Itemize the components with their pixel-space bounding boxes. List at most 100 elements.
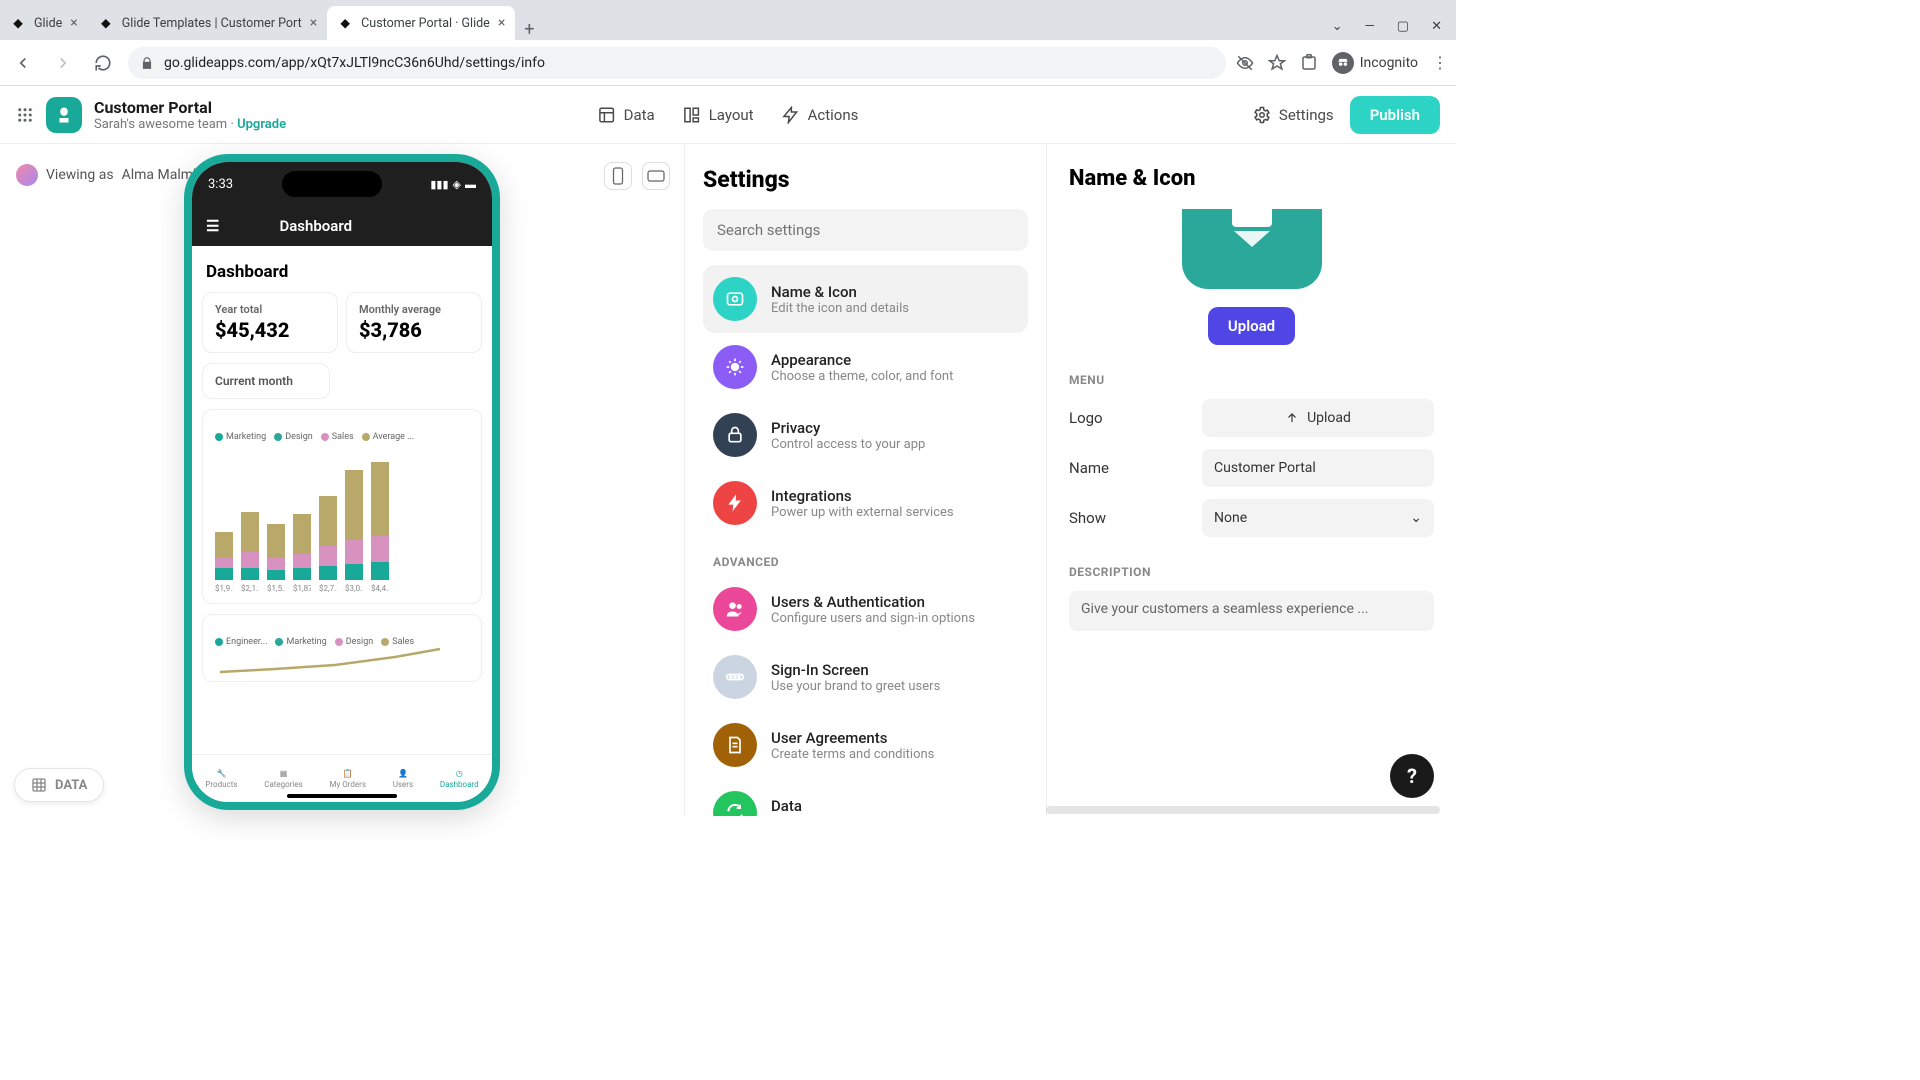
glide-favicon-icon: ◆ bbox=[337, 15, 353, 31]
window-controls: ⌄ — ▢ ✕ bbox=[1318, 19, 1456, 40]
browser-tab[interactable]: ◆ Glide × bbox=[0, 6, 88, 40]
battery-icon: ▬ bbox=[465, 178, 476, 191]
nav-data[interactable]: Data bbox=[598, 106, 655, 124]
legend-item: Marketing bbox=[275, 637, 326, 647]
settings-item-appearance[interactable]: AppearanceChoose a theme, color, and fon… bbox=[703, 333, 1028, 401]
settings-link[interactable]: Settings bbox=[1253, 106, 1334, 124]
app-header: Customer Portal Sarah's awesome team · U… bbox=[0, 86, 1456, 144]
back-button[interactable] bbox=[8, 48, 38, 78]
device-phone-icon[interactable] bbox=[604, 162, 632, 190]
app-icon[interactable] bbox=[46, 97, 82, 133]
nav-layout[interactable]: Layout bbox=[683, 106, 754, 124]
extensions-icon[interactable] bbox=[1300, 54, 1318, 72]
browser-tab-active[interactable]: ◆ Customer Portal · Glide × bbox=[327, 6, 515, 40]
logo-label: Logo bbox=[1069, 409, 1103, 427]
device-desktop-icon[interactable] bbox=[642, 162, 670, 190]
legend-item: Design bbox=[274, 432, 313, 442]
home-indicator bbox=[287, 794, 397, 798]
settings-item-name-icon[interactable]: Name & IconEdit the icon and details bbox=[703, 265, 1028, 333]
tab-icon: ◷ bbox=[456, 769, 463, 778]
settings-item-data[interactable]: DataManage data source and refresh bbox=[703, 779, 1028, 816]
forward-button[interactable] bbox=[48, 48, 78, 78]
browser-tab-strip: ◆ Glide × ◆ Glide Templates | Customer P… bbox=[0, 0, 1456, 40]
settings-item-icon bbox=[713, 481, 757, 525]
tab-title: Customer Portal · Glide bbox=[361, 16, 490, 31]
settings-item-integrations[interactable]: IntegrationsPower up with external servi… bbox=[703, 469, 1028, 537]
minimize-icon[interactable]: — bbox=[1365, 19, 1375, 34]
settings-item-icon bbox=[713, 277, 757, 321]
url-field[interactable]: go.glideapps.com/app/xQt7xJLTl9ncC36n6Uh… bbox=[128, 47, 1226, 79]
tab-search-icon[interactable]: ⌄ bbox=[1332, 19, 1343, 34]
data-pill[interactable]: DATA bbox=[14, 768, 104, 802]
status-bar: 3:33 ▮▮▮ ◈ ▬ bbox=[192, 162, 492, 206]
apps-grid-icon[interactable] bbox=[16, 106, 34, 124]
app-name: Customer Portal bbox=[94, 98, 286, 117]
settings-item-user-agreements[interactable]: User AgreementsCreate terms and conditio… bbox=[703, 711, 1028, 779]
panel-title: Name & Icon bbox=[1069, 166, 1434, 191]
phone-preview: 3:33 ▮▮▮ ◈ ▬ ☰ Dashboard Dashboard Year to… bbox=[184, 154, 500, 810]
clock: 3:33 bbox=[208, 177, 233, 192]
screen-app-bar: ☰ Dashboard bbox=[192, 206, 492, 246]
kebab-menu-icon[interactable]: ⋮ bbox=[1432, 53, 1448, 72]
bar bbox=[267, 524, 285, 580]
tab-users[interactable]: 👤Users bbox=[393, 769, 413, 789]
close-window-icon[interactable]: ✕ bbox=[1431, 19, 1442, 34]
settings-item-users-authentication[interactable]: Users & AuthenticationConfigure users an… bbox=[703, 575, 1028, 643]
new-tab-button[interactable]: + bbox=[515, 19, 543, 40]
chart-2: Engineer...MarketingDesignSales bbox=[202, 614, 482, 682]
tab-icon: ▦ bbox=[280, 769, 288, 778]
settings-item-sign-in-screen[interactable]: Sign-In ScreenUse your brand to greet us… bbox=[703, 643, 1028, 711]
name-label: Name bbox=[1069, 459, 1109, 477]
x-label: $3,0... bbox=[345, 584, 363, 593]
reload-button[interactable] bbox=[88, 48, 118, 78]
stat-card: Year total $45,432 bbox=[202, 292, 338, 353]
show-label: Show bbox=[1069, 509, 1106, 527]
search-input[interactable] bbox=[703, 209, 1028, 251]
tab-my orders[interactable]: 📋My Orders bbox=[329, 769, 366, 789]
screen-title: Dashboard bbox=[279, 217, 352, 235]
incognito-badge[interactable]: Incognito bbox=[1332, 52, 1418, 74]
close-icon[interactable]: × bbox=[70, 15, 77, 31]
name-input[interactable] bbox=[1202, 449, 1434, 487]
upload-icon-button[interactable]: Upload bbox=[1208, 307, 1295, 345]
tab-icon: 🔧 bbox=[216, 769, 226, 778]
viewing-as[interactable]: Viewing as Alma Malmb bbox=[16, 164, 201, 186]
chart: MarketingDesignSalesAverage ... $1,9...$… bbox=[202, 409, 482, 604]
help-button[interactable]: ? bbox=[1390, 754, 1434, 798]
description-input[interactable]: Give your customers a seamless experienc… bbox=[1069, 591, 1434, 631]
legend-item: Sales bbox=[381, 637, 414, 647]
eye-off-icon[interactable] bbox=[1236, 54, 1254, 72]
detail-panel: Name & Icon Upload MENU Logo Upload Name… bbox=[1046, 144, 1456, 816]
incognito-icon bbox=[1332, 52, 1354, 74]
wifi-icon: ◈ bbox=[453, 178, 461, 191]
nav-actions[interactable]: Actions bbox=[782, 106, 859, 124]
avatar bbox=[16, 164, 38, 186]
settings-item-privacy[interactable]: PrivacyControl access to your app bbox=[703, 401, 1028, 469]
stat-card: Monthly average $3,786 bbox=[346, 292, 482, 353]
bar bbox=[319, 496, 337, 580]
lock-icon bbox=[140, 56, 154, 70]
maximize-icon[interactable]: ▢ bbox=[1397, 19, 1409, 34]
chevron-down-icon: ⌄ bbox=[1410, 510, 1422, 526]
upload-logo-button[interactable]: Upload bbox=[1202, 399, 1434, 437]
close-icon[interactable]: × bbox=[498, 15, 505, 31]
horizontal-scrollbar[interactable] bbox=[1046, 806, 1440, 814]
show-select[interactable]: None⌄ bbox=[1202, 499, 1434, 537]
legend-item: Marketing bbox=[215, 432, 266, 442]
browser-tab[interactable]: ◆ Glide Templates | Customer Port × bbox=[88, 6, 327, 40]
upgrade-link[interactable]: Upgrade bbox=[237, 117, 286, 132]
signal-icon: ▮▮▮ bbox=[430, 178, 448, 191]
publish-button[interactable]: Publish bbox=[1350, 96, 1440, 134]
legend-item: Average ... bbox=[362, 432, 415, 442]
tab-categories[interactable]: ▦Categories bbox=[264, 769, 303, 789]
glide-favicon-icon: ◆ bbox=[10, 15, 26, 31]
close-icon[interactable]: × bbox=[310, 15, 317, 31]
tab-dashboard[interactable]: ◷Dashboard bbox=[440, 769, 479, 789]
bookmark-icon[interactable] bbox=[1268, 54, 1286, 72]
legend-item: Engineer... bbox=[215, 637, 267, 647]
incognito-label: Incognito bbox=[1360, 55, 1418, 71]
tab-products[interactable]: 🔧Products bbox=[205, 769, 237, 789]
settings-item-icon bbox=[713, 587, 757, 631]
address-bar: go.glideapps.com/app/xQt7xJLTl9ncC36n6Uh… bbox=[0, 40, 1456, 86]
hamburger-icon[interactable]: ☰ bbox=[206, 217, 219, 235]
